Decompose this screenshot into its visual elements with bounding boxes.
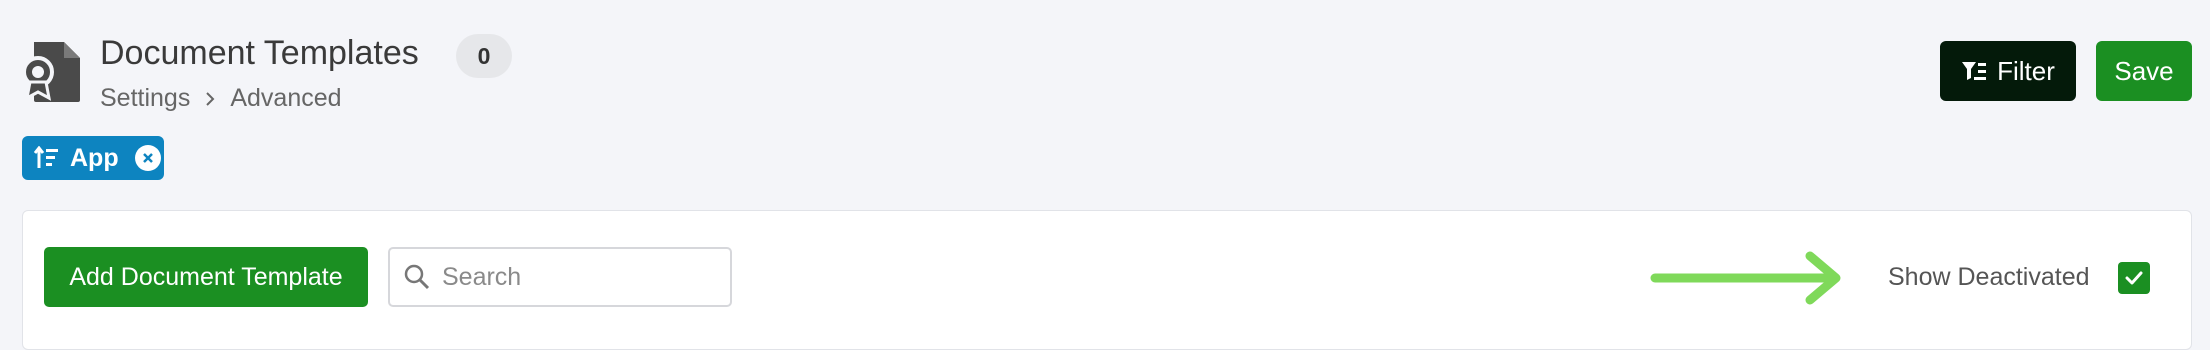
show-deactivated-label: Show Deactivated xyxy=(1888,263,2090,291)
filter-button[interactable]: Filter xyxy=(1940,41,2076,101)
filter-icon xyxy=(1962,62,1987,80)
filter-button-label: Filter xyxy=(1997,55,2055,86)
search-field[interactable] xyxy=(388,247,732,307)
chevron-right-icon xyxy=(206,91,215,106)
count-badge: 0 xyxy=(456,34,512,78)
search-input[interactable] xyxy=(440,261,714,293)
annotation-arrow-icon xyxy=(1650,251,1841,305)
page-title: Document Templates xyxy=(100,34,419,72)
add-document-template-button[interactable]: Add Document Template xyxy=(44,247,368,307)
filter-chip-app[interactable]: App xyxy=(22,136,164,180)
breadcrumb-settings[interactable]: Settings xyxy=(100,84,190,113)
save-button[interactable]: Save xyxy=(2096,41,2192,101)
close-icon[interactable] xyxy=(134,145,161,171)
show-deactivated-checkbox[interactable] xyxy=(2118,262,2150,294)
checkmark-icon xyxy=(2125,271,2143,285)
document-certificate-icon xyxy=(22,40,84,104)
filter-chip-label: App xyxy=(70,143,119,172)
breadcrumb-advanced: Advanced xyxy=(230,84,342,112)
search-icon xyxy=(404,264,430,290)
breadcrumb: Settings Advanced xyxy=(100,84,342,113)
sort-ascending-icon xyxy=(34,146,58,168)
